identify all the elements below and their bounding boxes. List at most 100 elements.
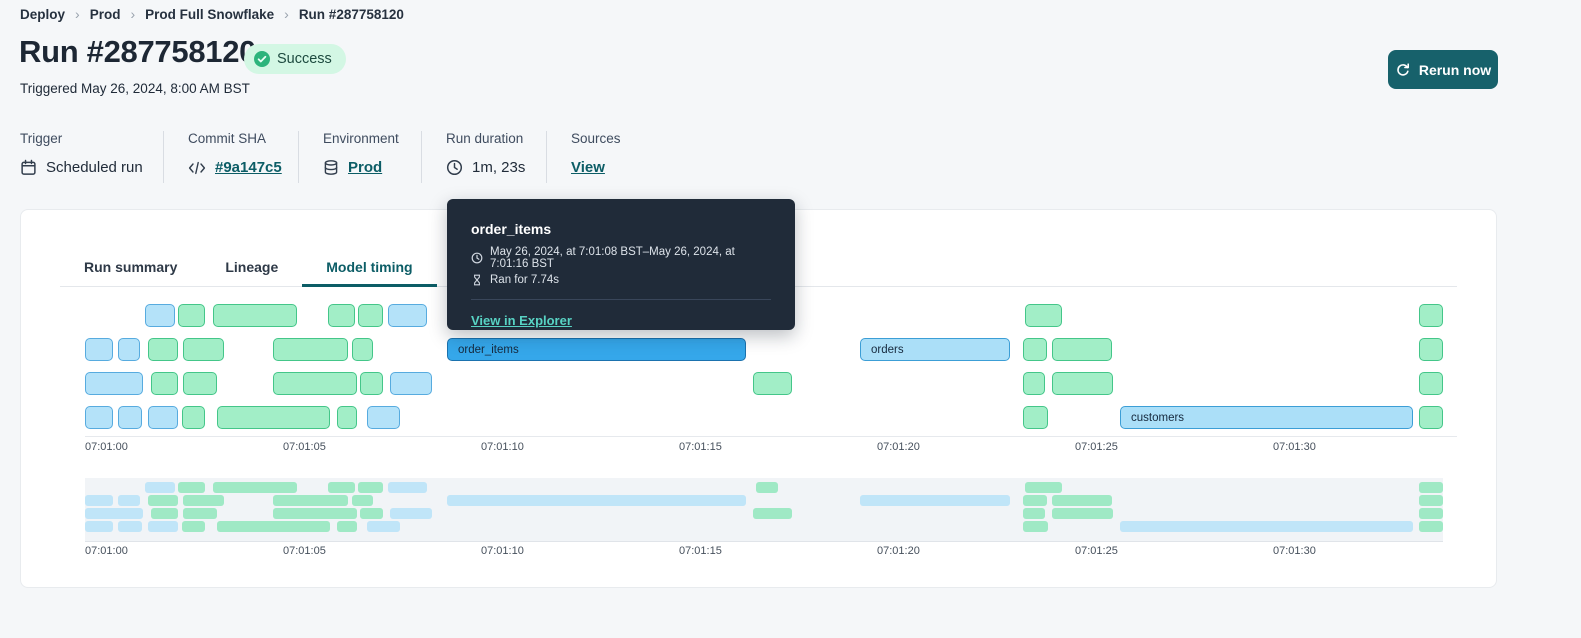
sources-view-link[interactable]: View <box>571 159 605 176</box>
calendar-icon <box>20 159 37 176</box>
gantt-bar[interactable] <box>388 304 427 327</box>
gantt-bar-customers[interactable]: customers <box>1120 406 1413 429</box>
minimap-bar <box>85 495 113 506</box>
database-icon <box>323 159 339 176</box>
rerun-now-button[interactable]: Rerun now <box>1388 50 1498 89</box>
gantt-bar[interactable] <box>183 338 224 361</box>
breadcrumb-deploy[interactable]: Deploy <box>20 7 65 22</box>
gantt-bar-orders[interactable]: orders <box>860 338 1010 361</box>
gantt-bar[interactable] <box>1419 406 1443 429</box>
gantt-bar[interactable] <box>118 338 140 361</box>
breadcrumb-job[interactable]: Prod Full Snowflake <box>145 7 274 22</box>
gantt-bar-label: customers <box>1131 411 1185 424</box>
minimap-bar <box>1052 508 1113 519</box>
commit-sha-link[interactable]: #9a147c5 <box>215 159 282 176</box>
gantt-bar[interactable] <box>390 372 432 395</box>
gantt-bar[interactable] <box>85 372 143 395</box>
gantt-bar[interactable] <box>1023 406 1048 429</box>
gantt-bar[interactable] <box>1052 338 1112 361</box>
gantt-bar[interactable] <box>148 406 178 429</box>
gantt-bar-order_items[interactable]: order_items <box>447 338 746 361</box>
status-badge: Success <box>244 44 346 74</box>
time-axis-tick-label: 07:01:10 <box>481 545 524 557</box>
gantt-bar[interactable] <box>358 304 383 327</box>
gantt-bar[interactable] <box>1052 372 1113 395</box>
gantt-bar[interactable] <box>148 338 178 361</box>
gantt-bar[interactable] <box>85 406 113 429</box>
gantt-bar[interactable] <box>1023 372 1045 395</box>
chevron-right-icon: › <box>130 6 136 22</box>
breadcrumb-prod[interactable]: Prod <box>90 7 121 22</box>
gantt-bar[interactable] <box>1419 338 1443 361</box>
time-axis-tick-label: 07:01:05 <box>283 441 326 453</box>
minimap-bar <box>367 521 400 532</box>
tab-model-timing[interactable]: Model timing <box>302 250 437 287</box>
minimap-bar <box>151 508 178 519</box>
meta-label: Sources <box>571 131 621 146</box>
minimap-bar <box>337 521 357 532</box>
tab-lineage[interactable]: Lineage <box>201 250 302 287</box>
minimap-bar <box>183 508 217 519</box>
gantt-bar[interactable] <box>213 304 297 327</box>
gantt-bar[interactable] <box>85 338 113 361</box>
gantt-bar-label: orders <box>871 343 904 356</box>
gantt-bar[interactable] <box>217 406 330 429</box>
minimap-bar <box>217 521 330 532</box>
gantt-bar-label: order_items <box>458 343 519 356</box>
gantt-bar[interactable] <box>337 406 357 429</box>
minimap-bar <box>447 495 746 506</box>
gantt-bar[interactable] <box>178 304 205 327</box>
meta-environment: Environment Prod <box>323 131 399 176</box>
minimap-bar <box>1023 521 1048 532</box>
gantt-bar[interactable] <box>328 304 355 327</box>
minimap-bar <box>145 482 175 493</box>
run-detail-page: Deploy › Prod › Prod Full Snowflake › Ru… <box>0 0 1581 638</box>
meta-trigger: Trigger Scheduled run <box>20 131 143 176</box>
minimap-bar <box>1419 508 1443 519</box>
gantt-bar[interactable] <box>753 372 792 395</box>
clock-icon <box>446 159 463 176</box>
minimap-axis-line <box>85 541 1443 542</box>
environment-link[interactable]: Prod <box>348 159 382 176</box>
minimap-bar <box>1023 495 1047 506</box>
gantt-bar[interactable] <box>367 406 400 429</box>
gantt-bar[interactable] <box>1419 372 1443 395</box>
minimap-bar <box>358 482 383 493</box>
minimap-bar <box>1419 495 1443 506</box>
gantt-bar[interactable] <box>360 372 383 395</box>
gantt-bar[interactable] <box>273 338 348 361</box>
page-title: Run #287758120 <box>19 34 257 69</box>
view-in-explorer-link[interactable]: View in Explorer <box>471 313 572 328</box>
chevron-right-icon: › <box>284 6 289 22</box>
meta-label: Commit SHA <box>188 131 267 146</box>
gantt-bar[interactable] <box>1023 338 1047 361</box>
timing-tooltip: order_items May 26, 2024, at 7:01:08 BST… <box>447 199 795 330</box>
gantt-bar[interactable] <box>182 406 205 429</box>
gantt-bar[interactable] <box>1419 304 1443 327</box>
gantt-bar[interactable] <box>183 372 217 395</box>
gantt-bar[interactable] <box>151 372 178 395</box>
minimap-bar <box>753 508 792 519</box>
status-badge-label: Success <box>277 51 332 67</box>
minimap-bar <box>118 521 142 532</box>
time-axis-tick-label: 07:01:20 <box>877 441 920 453</box>
gantt-bar[interactable] <box>145 304 175 327</box>
time-axis-tick-label: 07:01:20 <box>877 545 920 557</box>
gantt-bar[interactable] <box>273 372 357 395</box>
gantt-bar[interactable] <box>118 406 142 429</box>
minimap-bar <box>85 521 113 532</box>
breadcrumb-current-run: Run #287758120 <box>298 6 404 22</box>
time-axis-tick-label: 07:01:30 <box>1273 545 1316 557</box>
gantt-bar[interactable] <box>1025 304 1062 327</box>
tooltip-model-name: order_items <box>471 221 552 237</box>
divider <box>163 131 164 183</box>
tooltip-time-range: May 26, 2024, at 7:01:08 BST–May 26, 202… <box>490 246 735 270</box>
run-duration-value: 1m, 23s <box>472 159 526 176</box>
tab-run-summary[interactable]: Run summary <box>60 250 201 287</box>
time-axis-tick-label: 07:01:00 <box>85 545 128 557</box>
minimap-bar <box>273 508 357 519</box>
gantt-bar[interactable] <box>352 338 373 361</box>
divider <box>471 299 771 300</box>
time-axis-tick-label: 07:01:05 <box>283 545 326 557</box>
minimap-bar <box>1025 482 1062 493</box>
